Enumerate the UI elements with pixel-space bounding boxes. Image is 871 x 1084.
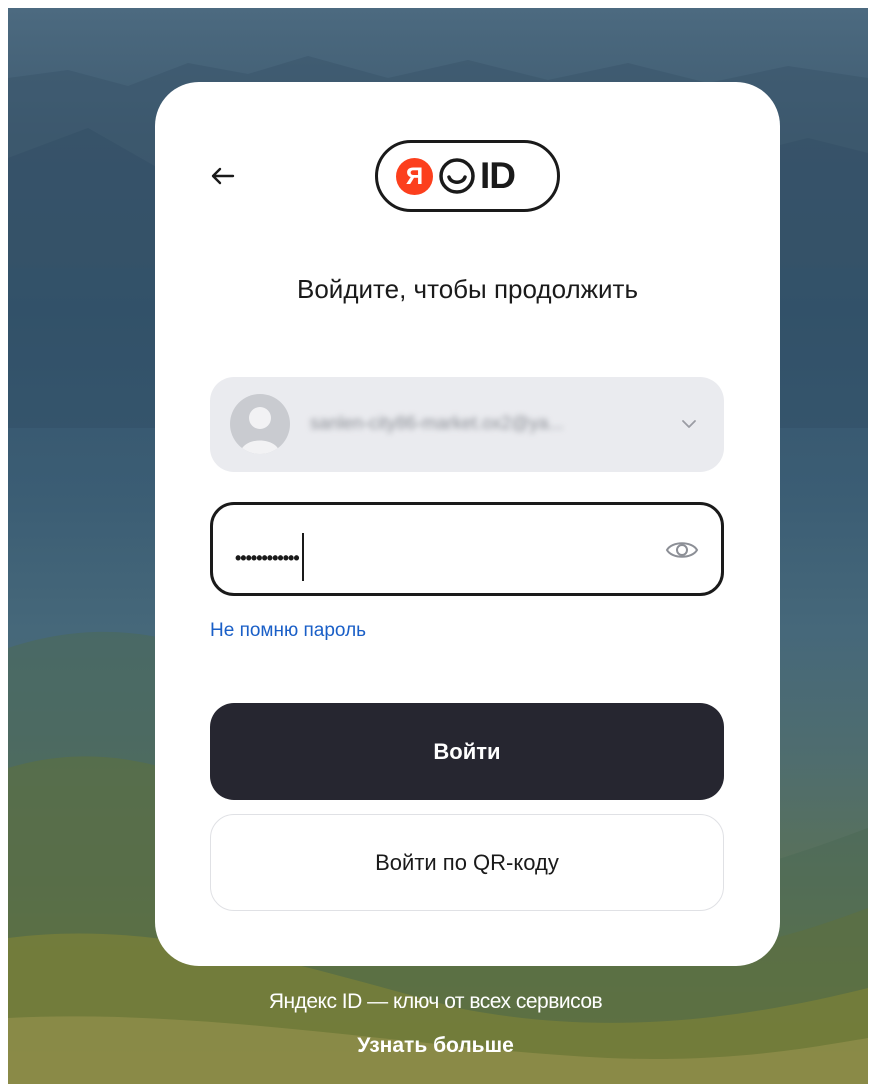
- password-masked-text: ••••••••••••: [235, 547, 300, 568]
- password-value: ••••••••••••: [235, 533, 304, 583]
- login-card: Я ID Войдите, чтобы продолжить sanlen-ci…: [155, 82, 780, 966]
- logo-id-text: ID: [480, 155, 516, 196]
- login-button[interactable]: Войти: [210, 703, 724, 800]
- learn-more-link[interactable]: Узнать больше: [0, 1034, 871, 1058]
- text-caret: [301, 533, 304, 581]
- forgot-password-link[interactable]: Не помню пароль: [210, 620, 366, 642]
- chevron-down-icon[interactable]: [680, 415, 698, 433]
- avatar: [230, 394, 290, 454]
- smile-icon: [439, 158, 475, 194]
- page-title: Войдите, чтобы продолжить: [297, 274, 638, 304]
- back-button[interactable]: [203, 156, 243, 196]
- footer-tagline: Яндекс ID — ключ от всех сервисов: [268, 990, 603, 1013]
- eye-icon[interactable]: [663, 531, 701, 569]
- arrow-left-icon: [211, 167, 235, 185]
- yandex-logo-icon: Я: [396, 158, 433, 195]
- account-selector[interactable]: sanlen-city86-market.ox2@ya...: [210, 377, 724, 472]
- qr-login-button[interactable]: Войти по QR-коду: [210, 814, 724, 911]
- account-email: sanlen-city86-market.ox2@ya...: [310, 413, 564, 433]
- page: Я ID Войдите, чтобы продолжить sanlen-ci…: [0, 0, 871, 1084]
- yandex-id-logo: Я ID: [375, 140, 560, 212]
- user-silhouette-icon: [240, 407, 280, 454]
- password-field[interactable]: ••••••••••••: [210, 502, 724, 596]
